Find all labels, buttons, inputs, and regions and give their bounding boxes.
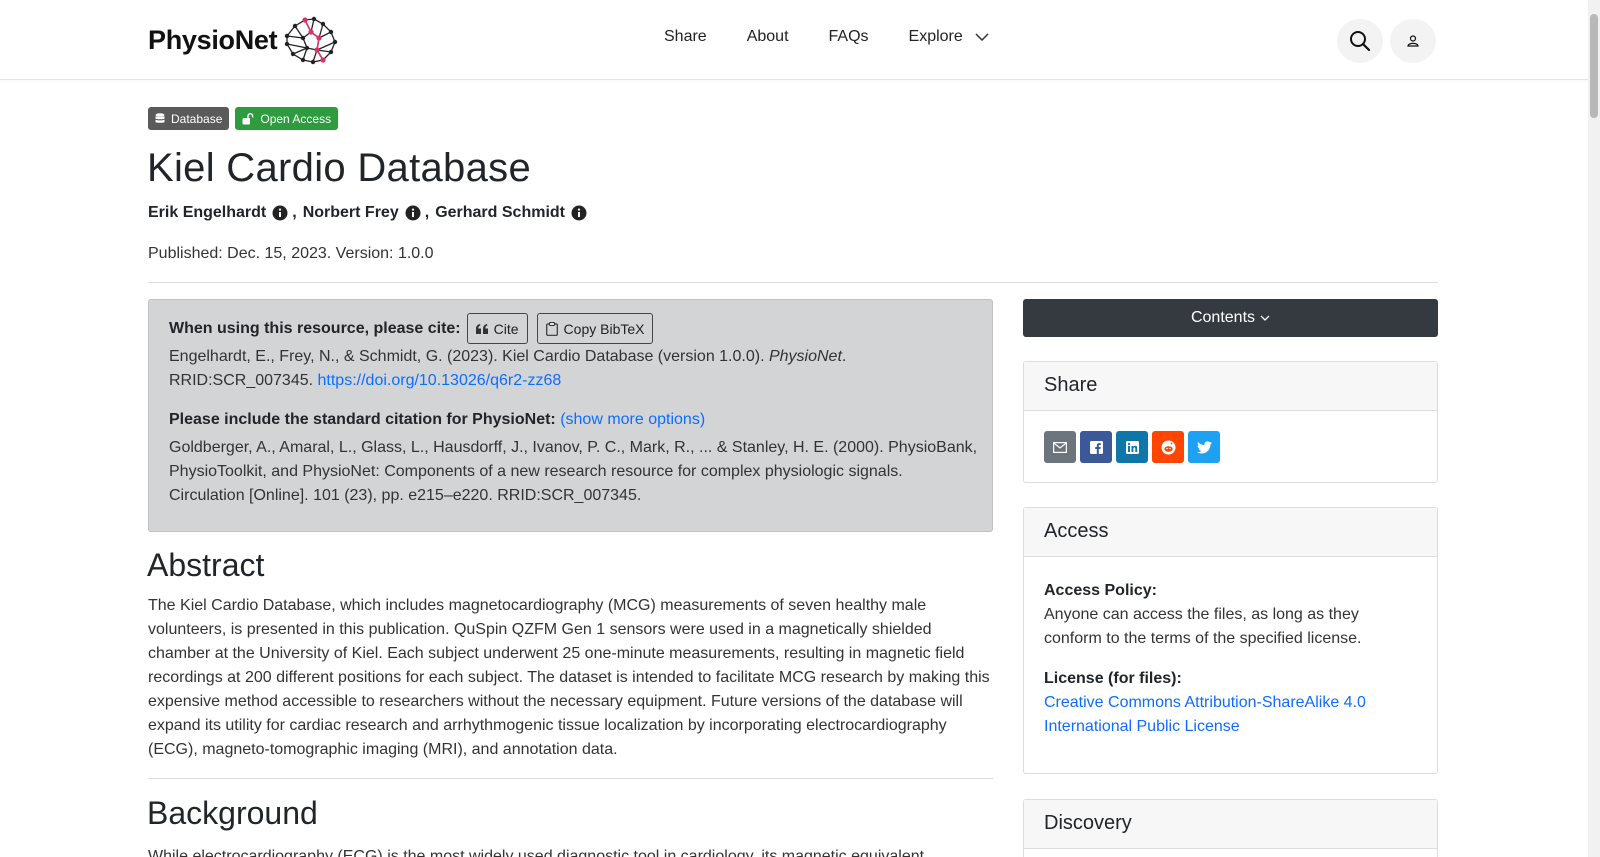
quote-icon [475,323,488,334]
page-scrollbar[interactable] [1588,0,1600,857]
project-citation: Engelhardt, E., Frey, N., & Schmidt, G. … [169,345,979,393]
envelope-icon [1053,441,1067,453]
database-badge: Database [148,107,230,130]
database-badge-label: Database [171,111,223,126]
facebook-icon [1089,440,1103,454]
share-reddit-button[interactable] [1152,431,1184,463]
author-list: Erik Engelhardt , Norbert Frey , Gerhard… [148,204,587,222]
nav-explore[interactable]: Explore [909,28,989,46]
main-nav: Share About FAQs Explore [664,28,989,46]
chevron-down-icon [1260,315,1270,321]
author-item[interactable]: Erik Engelhardt [148,204,288,222]
access-card-body: Access Policy: Anyone can access the fil… [1024,557,1437,761]
nav-about[interactable]: About [747,28,789,46]
doi-link[interactable]: https://doi.org/10.13026/q6r2-zz68 [318,372,562,389]
citation-text-pre: Engelhardt, E., Frey, N., & Schmidt, G. … [169,348,769,365]
reddit-icon [1161,440,1175,454]
share-facebook-button[interactable] [1080,431,1112,463]
citation-journal: PhysioNet [768,348,842,365]
share-email-button[interactable] [1044,431,1076,463]
database-icon [155,112,165,123]
license-link[interactable]: Creative Commons Attribution-ShareAlike … [1044,694,1366,735]
info-icon[interactable] [405,205,421,221]
citation-heading: When using this resource, please cite: [169,319,461,337]
divider [148,778,993,779]
share-card: Share [1023,361,1438,483]
standard-citation-heading: Please include the standard citation for… [169,411,556,428]
share-linkedin-button[interactable] [1116,431,1148,463]
discovery-card-heading: Discovery [1024,800,1437,849]
brand-logo-link[interactable]: PhysioNet [148,14,339,66]
share-card-heading: Share [1024,362,1437,411]
resource-badges: Database Open Access [148,107,339,130]
unlock-icon [242,112,254,124]
author-separator: , [424,204,430,221]
access-policy-label: Access Policy: [1044,582,1157,599]
clipboard-icon [545,321,558,336]
author-name: Norbert Frey [302,204,399,221]
divider [148,282,1438,283]
nav-faqs[interactable]: FAQs [829,28,869,46]
share-twitter-button[interactable] [1188,431,1220,463]
contents-label: Contents [1190,309,1256,326]
abstract-heading: Abstract [147,547,265,583]
scrollbar-thumb[interactable] [1590,14,1598,118]
brand-name: PhysioNet [148,24,278,55]
publication-info: Published: Dec. 15, 2023. Version: 1.0.0 [148,245,434,262]
physionet-network-logo-icon [285,16,338,65]
copy-bibtex-label: Copy BibTeX [563,320,645,337]
abstract-text: The Kiel Cardio Database, which includes… [148,597,990,758]
discovery-card: Discovery [1023,799,1438,857]
page-title: Kiel Cardio Database [147,146,531,190]
background-text: While electrocardiography (ECG) is the m… [148,848,925,857]
author-separator: , [292,204,297,221]
linkedin-icon [1125,440,1139,454]
author-name: Erik Engelhardt [148,204,267,221]
cite-button-label: Cite [493,320,519,337]
citation-box: When using this resource, please cite: C… [148,299,993,532]
license-label: License (for files): [1044,670,1182,687]
standard-citation-header: Please include the standard citation for… [169,411,705,429]
info-icon[interactable] [571,205,587,221]
share-icons [1044,431,1220,463]
background-heading: Background [147,795,318,831]
access-card-heading: Access [1024,508,1437,557]
copy-bibtex-button[interactable]: Copy BibTeX [536,313,654,344]
citation-header: When using this resource, please cite: C… [169,313,662,344]
author-item[interactable]: Gerhard Schmidt [435,204,587,222]
user-icon [1407,35,1419,47]
access-card: Access Access Policy: Anyone can access … [1023,507,1438,774]
open-access-badge-label: Open Access [260,111,332,126]
author-item[interactable]: Norbert Frey [303,204,421,222]
open-access-badge: Open Access [235,107,339,130]
user-account-button[interactable] [1390,19,1436,63]
contents-dropdown-button[interactable]: Contents [1023,299,1438,337]
twitter-icon [1196,440,1212,453]
search-icon [1350,31,1371,52]
navbar: PhysioNet Share About FAQs Explore [0,0,1588,80]
info-icon[interactable] [272,205,288,221]
nav-explore-label: Explore [908,28,963,45]
access-policy-text: Anyone can access the files, as long as … [1044,606,1362,647]
show-more-options-link[interactable]: (show more options) [560,411,705,428]
standard-citation-text: Goldberger, A., Amaral, L., Glass, L., H… [169,439,978,504]
search-button[interactable] [1337,19,1383,63]
cite-button[interactable]: Cite [466,313,528,344]
author-name: Gerhard Schmidt [435,204,565,221]
nav-share[interactable]: Share [664,28,707,46]
chevron-down-icon [975,33,989,41]
